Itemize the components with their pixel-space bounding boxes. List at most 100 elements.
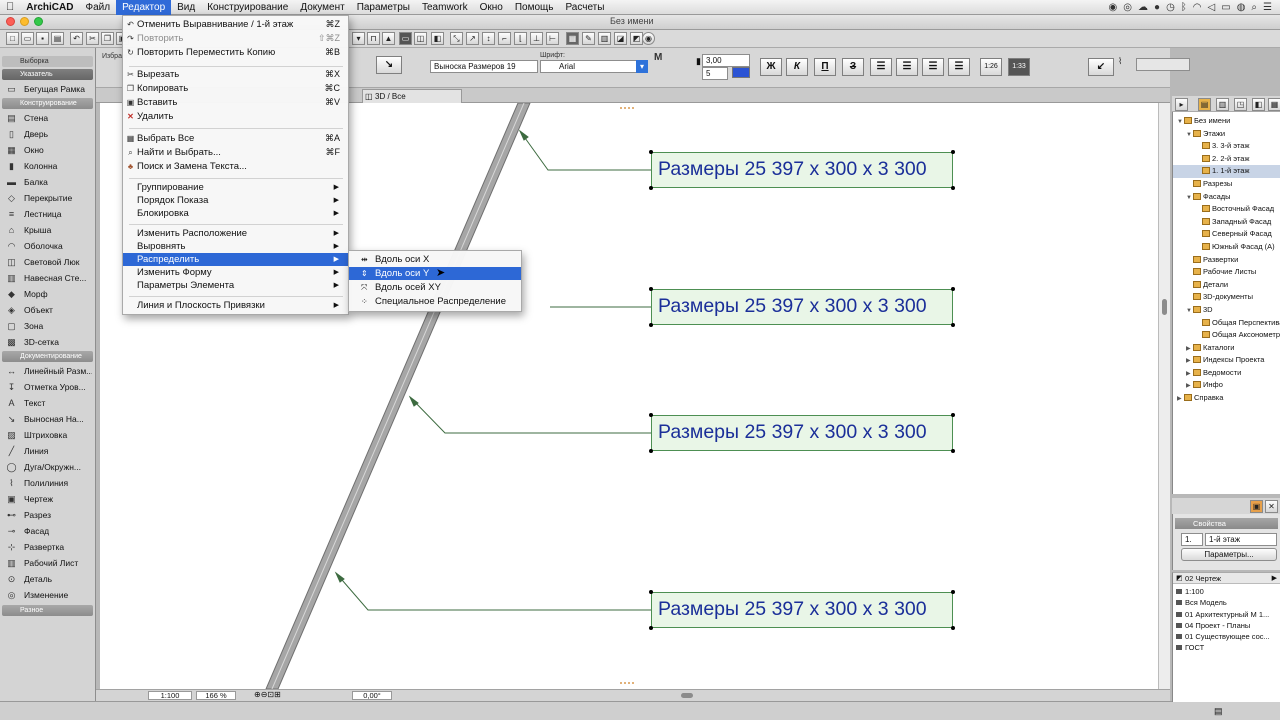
toolbar-tool-icon[interactable]: ◪: [614, 32, 627, 45]
navigator-item[interactable]: ▼ Фасады: [1173, 191, 1280, 204]
design-tool-14[interactable]: ▩ 3D-сетка: [0, 334, 92, 350]
menu-item-delete[interactable]: ✕ Удалить: [123, 110, 348, 123]
navigator-item[interactable]: ▶ Индексы Проекта: [1173, 354, 1280, 367]
story-number-field[interactable]: 1.: [1181, 533, 1203, 546]
selection-handle[interactable]: [951, 150, 955, 154]
copy-icon[interactable]: ❐: [101, 32, 114, 45]
design-tool-8[interactable]: ◠ Оболочка: [0, 238, 92, 254]
submenu-item-along-y[interactable]: ⇕ Вдоль оси Y: [349, 267, 521, 280]
label-tool-button[interactable]: ↘: [376, 56, 402, 74]
view-setting-item[interactable]: 04 Проект - Планы: [1173, 620, 1280, 631]
scale-2-button[interactable]: 1:33: [1008, 58, 1030, 76]
camera-icon[interactable]: ◉: [1109, 2, 1118, 13]
scale-1-button[interactable]: 1:26: [980, 58, 1002, 76]
design-tool-4[interactable]: ▬ Балка: [0, 174, 92, 190]
bold-button[interactable]: Ж: [760, 58, 782, 76]
tree-toggle-icon[interactable]: ▼: [1186, 305, 1193, 317]
expand-arrow-icon[interactable]: ▶: [1272, 573, 1277, 584]
navigator-item[interactable]: ▼ Без имени: [1173, 115, 1280, 128]
align-center-button[interactable]: ☰: [896, 58, 918, 76]
selection-handle[interactable]: [951, 323, 955, 327]
selection-handle[interactable]: [951, 449, 955, 453]
toolbar-tool-icon[interactable]: ▦: [566, 32, 579, 45]
dimension-callout-3[interactable]: Размеры 25 397 x 300 x 3 300: [651, 415, 953, 451]
navigator-item[interactable]: Общая Перспектива: [1173, 317, 1280, 330]
leader-line-1[interactable]: [518, 129, 651, 171]
view-setting-item[interactable]: 1:100: [1173, 586, 1280, 597]
menu-window[interactable]: Окно: [474, 0, 509, 15]
tab-3d-all[interactable]: ◫ 3D / Все: [362, 89, 462, 103]
justify-button[interactable]: ☰: [948, 58, 970, 76]
menu-item-find-replace[interactable]: ♣ Поиск и Замена Текста...: [123, 160, 348, 173]
design-tool-5[interactable]: ◇ Перекрытие: [0, 190, 92, 206]
navigator-item[interactable]: ▶ Справка: [1173, 392, 1280, 405]
story-name-field[interactable]: 1-й этаж: [1205, 533, 1277, 546]
zoom-field[interactable]: 166 %: [196, 691, 236, 700]
dimension-callout-2[interactable]: Размеры 25 397 x 300 x 3 300: [651, 289, 953, 325]
menu-archicad[interactable]: ArchiCAD: [20, 0, 79, 15]
doc-tool-3[interactable]: ↘ Выносная На...: [0, 411, 92, 427]
list-icon[interactable]: ☰: [1263, 2, 1272, 13]
design-tool-7[interactable]: ⌂ Крыша: [0, 222, 92, 238]
battery-icon[interactable]: ▭: [1221, 2, 1230, 13]
doc-tool-12[interactable]: ▥ Рабочий Лист: [0, 555, 92, 571]
toolbar-tool-icon[interactable]: ⊥: [530, 32, 543, 45]
navigator-item[interactable]: Западный Фасад: [1173, 216, 1280, 229]
toolbar-tool-icon[interactable]: ⌊: [514, 32, 527, 45]
zoom-window-button[interactable]: [34, 17, 43, 26]
tree-toggle-icon[interactable]: ▶: [1177, 393, 1184, 405]
navigator-item[interactable]: Южный Фасад (А): [1173, 241, 1280, 254]
menu-item-align[interactable]: Выровнять ▶: [123, 240, 348, 253]
menu-item-distribute[interactable]: Распределить ▶: [123, 253, 348, 266]
menu-calculate[interactable]: Расчеты: [559, 0, 610, 15]
tree-toggle-icon[interactable]: ▼: [1186, 192, 1193, 204]
tree-toggle-icon[interactable]: ▼: [1177, 116, 1184, 128]
menu-teamwork[interactable]: Teamwork: [416, 0, 474, 15]
selection-handle[interactable]: [649, 413, 653, 417]
organizer-icon[interactable]: ◧: [1252, 98, 1265, 111]
text-size-field[interactable]: 3,00: [702, 54, 750, 67]
clock-icon[interactable]: ◷: [1166, 2, 1175, 13]
scroll-thumb[interactable]: [1162, 299, 1167, 315]
menu-item-reshape-position[interactable]: Изменить Расположение ▶: [123, 227, 348, 240]
design-tool-10[interactable]: ▥ Навесная Сте...: [0, 270, 92, 286]
menu-item-locking[interactable]: Блокировка ▶: [123, 207, 348, 220]
menu-item-find-select[interactable]: ⌕ Найти и Выбрать... ⌘F: [123, 146, 348, 159]
toolbar-tool-icon[interactable]: ⤡: [450, 32, 463, 45]
dimension-callout-4[interactable]: Размеры 25 397 x 300 x 3 300: [651, 592, 953, 628]
tree-toggle-icon[interactable]: ▶: [1186, 355, 1193, 367]
menu-item-cut[interactable]: ✂ Вырезать ⌘X: [123, 68, 348, 81]
navigator-item[interactable]: ▶ Инфо: [1173, 379, 1280, 392]
user-icon[interactable]: ◍: [1237, 2, 1246, 13]
selection-handle[interactable]: [649, 449, 653, 453]
navigator-item[interactable]: Развертки: [1173, 254, 1280, 267]
view-setting-item[interactable]: 01 Архитектурный М 1...: [1173, 609, 1280, 620]
menu-options[interactable]: Параметры: [351, 0, 416, 15]
view-map-icon[interactable]: ▤: [1198, 98, 1211, 111]
tool-marquee[interactable]: ▭ Бегущая Рамка: [0, 81, 92, 97]
submenu-item-special[interactable]: ⁘ Специальное Распределение: [349, 295, 521, 308]
menu-item-copy[interactable]: ❐ Копировать ⌘C: [123, 82, 348, 95]
selection-handle[interactable]: [649, 590, 653, 594]
project-map-icon[interactable]: ▸: [1175, 98, 1188, 111]
minimize-window-button[interactable]: [20, 17, 29, 26]
tree-toggle-icon[interactable]: ▶: [1186, 380, 1193, 392]
design-tool-11[interactable]: ◆ Морф: [0, 286, 92, 302]
selection-handle[interactable]: [649, 150, 653, 154]
toolbox-group-documentation[interactable]: Документирование: [2, 351, 93, 362]
selection-handle[interactable]: [649, 323, 653, 327]
navigator-item[interactable]: 3D-документы: [1173, 291, 1280, 304]
menu-item-reshape[interactable]: Изменить Форму ▶: [123, 266, 348, 279]
tool-pointer[interactable]: Указатель: [2, 69, 93, 80]
design-tool-12[interactable]: ◈ Объект: [0, 302, 92, 318]
submenu-item-along-xy[interactable]: ⤧ Вдоль осей XY: [349, 281, 521, 294]
cut-icon[interactable]: ✂: [86, 32, 99, 45]
wifi-icon[interactable]: ◠: [1193, 2, 1202, 13]
menu-design[interactable]: Конструирование: [201, 0, 294, 15]
hscroll-thumb[interactable]: [681, 693, 693, 698]
pen-icon[interactable]: ▮: [696, 56, 701, 67]
selection-handle[interactable]: [649, 626, 653, 630]
toolbar-tool-icon[interactable]: ◫: [414, 32, 427, 45]
doc-tool-5[interactable]: ╱ Линия: [0, 443, 92, 459]
design-tool-2[interactable]: ▦ Окно: [0, 142, 92, 158]
